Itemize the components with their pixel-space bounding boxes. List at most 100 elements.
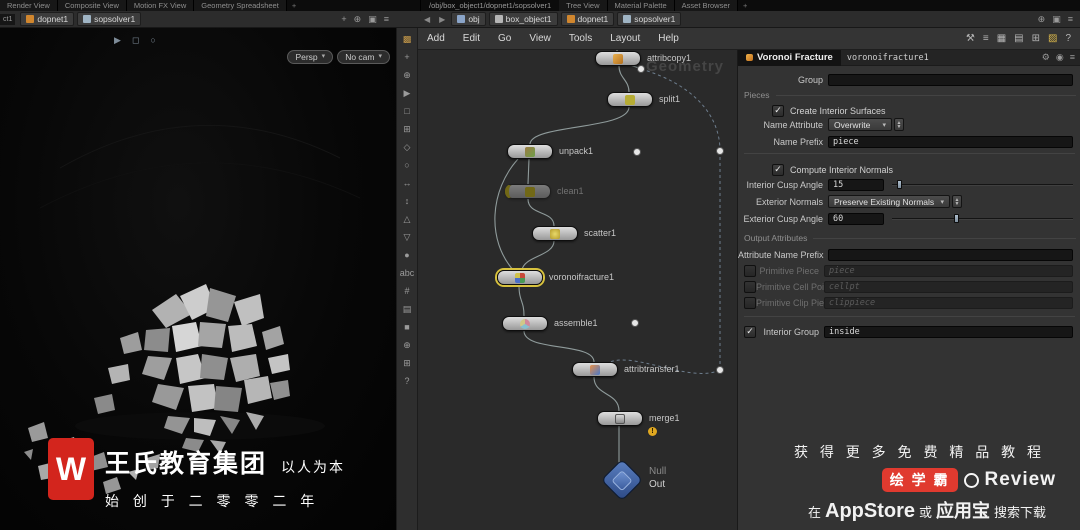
- camera-select-button[interactable]: No cam ▾: [337, 50, 390, 64]
- params-menu-icon[interactable]: ≡: [1070, 52, 1075, 63]
- exterior-cusp-slider[interactable]: [892, 212, 1073, 225]
- primitive-cell-point-checkbox[interactable]: [744, 280, 756, 293]
- viewport-help-icon[interactable]: ?: [398, 373, 416, 389]
- network-dots[interactable]: [631, 65, 724, 374]
- menu-edit[interactable]: Edit: [454, 28, 489, 50]
- translate-y-icon[interactable]: ↕: [398, 193, 416, 209]
- menu-go[interactable]: Go: [489, 28, 520, 50]
- exterior-normals-spinner[interactable]: ▲ ▼: [952, 195, 962, 208]
- maximize-pane-icon[interactable]: +: [341, 14, 346, 25]
- new-tab-button[interactable]: +: [738, 0, 752, 11]
- pane-layout-rows-icon[interactable]: ▤: [1014, 33, 1023, 44]
- pane-tab-geometry-spreadsheet[interactable]: Geometry Spreadsheet: [194, 0, 287, 11]
- exterior-normals-dropdown[interactable]: Preserve Existing Normals ▾: [828, 195, 950, 208]
- pane-split-icon[interactable]: ⊞: [1032, 33, 1040, 44]
- name-attribute-dropdown[interactable]: Overwrite ▾: [828, 118, 892, 131]
- text-overlay-icon[interactable]: abc: [398, 265, 416, 281]
- node-attribtransfer1[interactable]: attribtransfer1: [572, 362, 680, 377]
- menu-layout[interactable]: Layout: [601, 28, 649, 50]
- pin-pane-icon[interactable]: ⊕: [354, 14, 362, 25]
- pivot-tool-icon[interactable]: ⊕: [398, 67, 416, 83]
- pin-pane-icon[interactable]: ⊕: [1038, 14, 1046, 25]
- add-tool-icon[interactable]: +: [398, 49, 416, 65]
- menu-help[interactable]: Help: [649, 28, 688, 50]
- link-pane-icon[interactable]: ▣: [368, 14, 377, 25]
- select-arrow-icon[interactable]: ▶: [114, 35, 121, 46]
- collapsed-pane-tab[interactable]: ct1: [0, 13, 16, 25]
- translate-x-icon[interactable]: ↔: [398, 175, 416, 191]
- select-tool-icon[interactable]: ▶: [398, 85, 416, 101]
- primitive-piece-checkbox[interactable]: [744, 264, 756, 277]
- gear-icon[interactable]: ⚙: [1042, 52, 1050, 63]
- node-attribcopy1[interactable]: attribcopy1: [595, 51, 691, 66]
- node-merge1[interactable]: merge1: [597, 411, 680, 426]
- pane-tab-motion-fx-view[interactable]: Motion FX View: [126, 0, 195, 11]
- param-node-tab[interactable]: Voronoi Fracture: [738, 50, 841, 66]
- add-view-icon[interactable]: ⊕: [398, 337, 416, 353]
- pane-tab-composite-view[interactable]: Composite View: [57, 0, 127, 11]
- pin-params-icon[interactable]: ◉: [1056, 52, 1064, 63]
- orbit-tool-icon[interactable]: ○: [398, 157, 416, 173]
- desktop-icon[interactable]: ⊞: [398, 355, 416, 371]
- pane-layout-grid-icon[interactable]: ▦: [997, 33, 1006, 44]
- persp-view-button[interactable]: Persp ▾: [287, 50, 334, 64]
- pane-menu-icon[interactable]: ≡: [1068, 14, 1073, 25]
- spreadsheet-icon[interactable]: ▤: [398, 301, 416, 317]
- flip-normals-icon[interactable]: ▽: [398, 229, 416, 245]
- node-unpack1[interactable]: unpack1: [507, 144, 593, 159]
- slider-handle[interactable]: [897, 180, 902, 189]
- normals-display-icon[interactable]: △: [398, 211, 416, 227]
- link-pane-icon[interactable]: ▣: [1052, 14, 1061, 25]
- marquee-select-icon[interactable]: ◻: [132, 35, 139, 46]
- interior-cusp-slider[interactable]: [892, 178, 1073, 191]
- marquee-tool-icon[interactable]: □: [398, 103, 416, 119]
- path-obj[interactable]: obj: [451, 12, 486, 26]
- pane-tab-tree-view[interactable]: Tree View: [559, 0, 608, 11]
- new-tab-button[interactable]: +: [287, 0, 301, 11]
- pane-tab-asset-browser[interactable]: Asset Browser: [674, 0, 738, 11]
- breadcrumb-sopsolver1[interactable]: sopsolver1: [77, 12, 142, 26]
- nav-back-icon[interactable]: ◀: [424, 15, 433, 24]
- point-display-icon[interactable]: ●: [398, 247, 416, 263]
- view-cycle-icon[interactable]: ○: [150, 35, 155, 46]
- primitive-piece-input[interactable]: piece: [824, 264, 1073, 277]
- menu-view[interactable]: View: [520, 28, 560, 50]
- node-out-null[interactable]: Null Out: [600, 458, 666, 502]
- path-dopnet1[interactable]: dopnet1: [560, 12, 615, 26]
- primitive-clip-piece-input[interactable]: clippiece: [824, 296, 1073, 309]
- attribute-name-prefix-input[interactable]: [828, 248, 1073, 261]
- interior-cusp-input[interactable]: 15: [828, 178, 884, 191]
- interior-group-checkbox[interactable]: ✓: [744, 325, 756, 338]
- name-prefix-input[interactable]: piece: [828, 135, 1073, 148]
- node-clean1-bypassed[interactable]: clean1: [505, 184, 584, 199]
- pane-menu-icon[interactable]: ≡: [384, 14, 389, 25]
- path-box-object1[interactable]: box_object1: [488, 12, 558, 26]
- viewport-objects-icon[interactable]: ▩: [398, 31, 416, 47]
- pane-tab-render-view[interactable]: Render View: [0, 0, 58, 11]
- breadcrumb-dopnet1[interactable]: dopnet1: [20, 12, 75, 26]
- shelf-toggle-icon[interactable]: ▨: [1048, 33, 1057, 44]
- node-voronoifracture1-selected[interactable]: voronoifracture1: [497, 270, 614, 285]
- pane-tab-material-palette[interactable]: Material Palette: [607, 0, 675, 11]
- warning-badge[interactable]: !: [648, 427, 657, 436]
- path-sopsolver1[interactable]: sopsolver1: [617, 12, 682, 26]
- slider-handle[interactable]: [954, 214, 959, 223]
- grid-snap-icon[interactable]: ⊞: [398, 121, 416, 137]
- network-editor[interactable]: Geometry attribcopy1 split1 unpack1 clea…: [418, 50, 737, 530]
- create-interior-surfaces-checkbox[interactable]: ✓: [772, 104, 784, 117]
- compute-interior-normals-checkbox[interactable]: ✓: [772, 163, 784, 176]
- group-input[interactable]: [828, 73, 1073, 86]
- name-attribute-spinner[interactable]: ▲ ▼: [894, 118, 904, 131]
- primitive-clip-piece-checkbox[interactable]: [744, 296, 756, 309]
- primitive-tool-icon[interactable]: ◇: [398, 139, 416, 155]
- node-split1[interactable]: split1: [607, 92, 680, 107]
- scene-viewport[interactable]: ▶ ◻ ○ Persp ▾ No cam ▾: [0, 28, 396, 530]
- nav-forward-icon[interactable]: ▶: [439, 15, 448, 24]
- attribute-count-icon[interactable]: #: [398, 283, 416, 299]
- node-assemble1[interactable]: assemble1: [502, 316, 598, 331]
- menu-tools[interactable]: Tools: [560, 28, 601, 50]
- interior-group-input[interactable]: inside: [824, 325, 1073, 338]
- build-tools-icon[interactable]: ⚒: [966, 33, 975, 44]
- help-icon[interactable]: ?: [1065, 33, 1071, 44]
- takes-list-icon[interactable]: ≡: [983, 33, 989, 44]
